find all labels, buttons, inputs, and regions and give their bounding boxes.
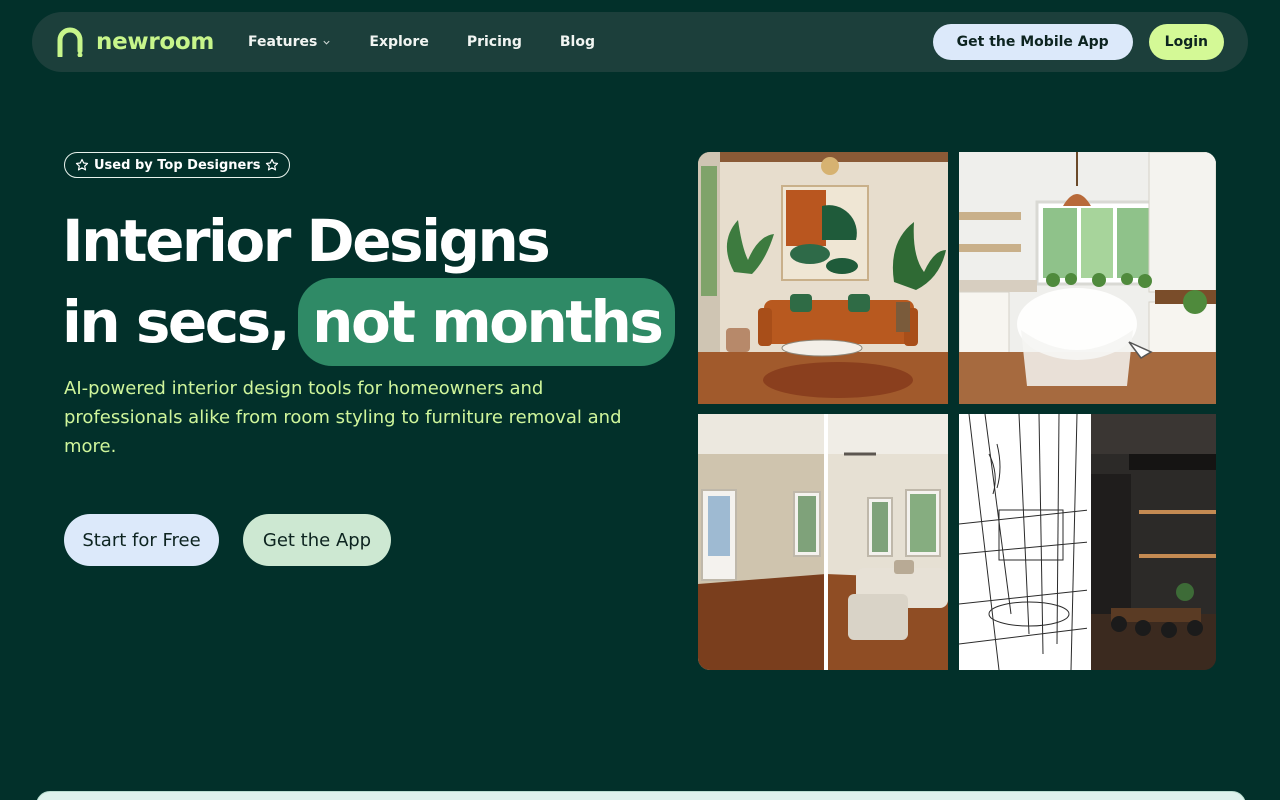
logo-text: newroom — [96, 29, 215, 55]
hero-subtext: AI-powered interior design tools for hom… — [64, 378, 622, 457]
next-section-preview — [36, 791, 1246, 800]
nav-link-features[interactable]: Features — [248, 34, 331, 50]
used-by-designers-badge: Used by Top Designers — [64, 152, 291, 178]
nav-links: Features Explore Pricing Blog — [248, 34, 595, 50]
before-after-room-image — [698, 414, 948, 670]
nav-link-features-label: Features — [248, 34, 318, 50]
nav-link-explore[interactable]: Explore — [369, 34, 428, 50]
hero-headline: Interior Designs in secs, not months — [62, 204, 676, 366]
nav-actions: Get the Mobile App Login — [932, 24, 1224, 60]
star-icon — [266, 158, 279, 171]
nav-link-pricing[interactable]: Pricing — [467, 34, 522, 50]
top-navbar: newroom Features Explore Pricing Blog Ge… — [32, 12, 1248, 72]
headline-line2: in secs, not months — [62, 278, 676, 366]
star-icon — [75, 158, 89, 171]
sketch-vs-render-image — [959, 414, 1216, 670]
hero-image-gallery — [698, 152, 1216, 670]
get-the-app-button[interactable]: Get the App — [243, 514, 391, 566]
headline-line1: Interior Designs — [62, 207, 551, 275]
chevron-down-icon — [323, 40, 330, 45]
logo[interactable]: newroom — [56, 27, 214, 57]
logo-arch-icon — [57, 27, 83, 57]
living-room-image — [698, 152, 948, 404]
start-for-free-button[interactable]: Start for Free — [64, 514, 219, 566]
nav-link-blog[interactable]: Blog — [560, 34, 595, 50]
badge-label: Used by Top Designers — [94, 157, 261, 173]
headline-highlight: not months — [298, 278, 676, 366]
kitchen-image — [959, 152, 1216, 404]
login-button[interactable]: Login — [1148, 24, 1224, 60]
headline-prefix: in secs, — [62, 288, 291, 356]
get-mobile-app-button[interactable]: Get the Mobile App — [932, 24, 1133, 60]
